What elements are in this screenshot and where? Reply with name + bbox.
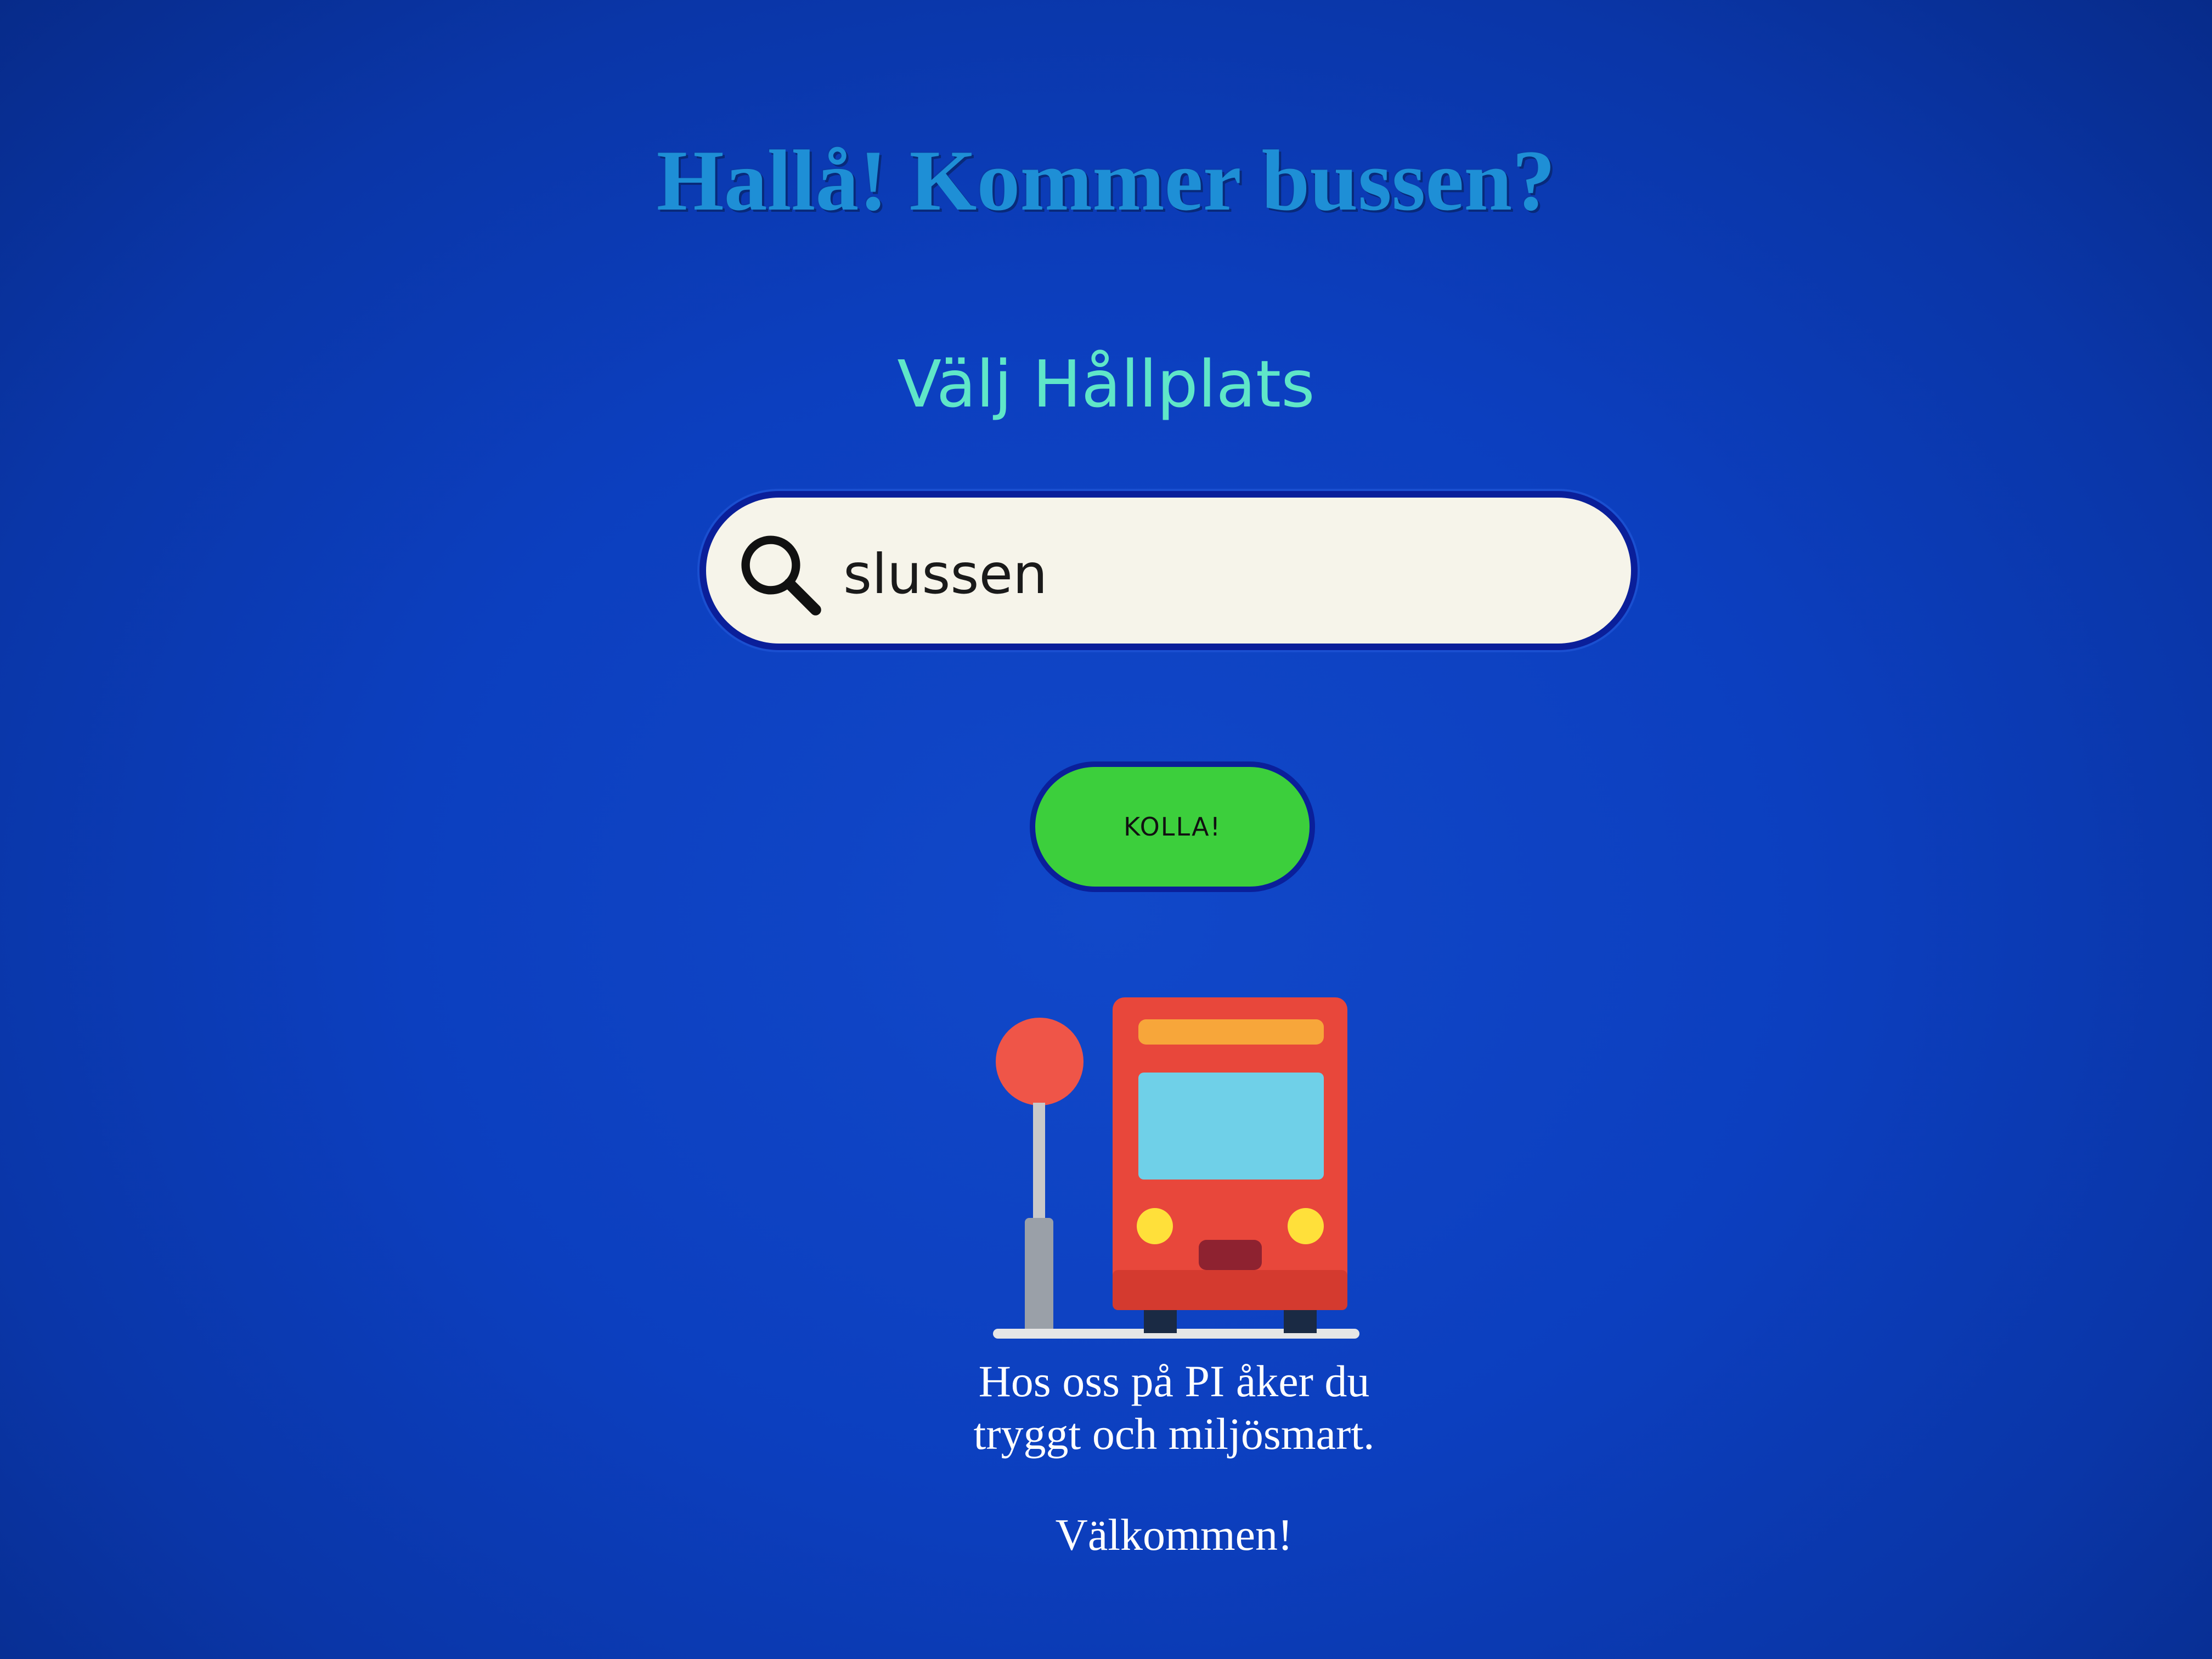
bus-headlight-right bbox=[1288, 1208, 1324, 1244]
page: Hallå! Kommer bussen? Välj Hållplats KOL… bbox=[0, 0, 2212, 1659]
page-title: Hallå! Kommer bussen? bbox=[656, 133, 1556, 229]
bus-stop-icon bbox=[993, 997, 1359, 1339]
check-button[interactable]: KOLLA! bbox=[1030, 761, 1315, 892]
bus-headlight-left bbox=[1137, 1208, 1173, 1244]
bus-destination-sign bbox=[1138, 1019, 1324, 1045]
bus-stop-sign bbox=[996, 1018, 1084, 1105]
search-box[interactable] bbox=[699, 491, 1638, 650]
welcome-text: Välkommen! bbox=[1055, 1510, 1293, 1560]
stop-select-heading: Välj Hållplats bbox=[897, 346, 1315, 422]
tagline: Hos oss på PI åker du tryggt och miljösm… bbox=[823, 1355, 1525, 1460]
tagline-line-2: tryggt och miljösmart. bbox=[973, 1409, 1375, 1459]
bus-windshield bbox=[1138, 1073, 1324, 1180]
bus-bumper bbox=[1113, 1270, 1347, 1310]
bus-grille bbox=[1199, 1240, 1262, 1270]
stop-search-input[interactable] bbox=[843, 525, 1611, 624]
search-icon bbox=[741, 535, 821, 616]
tagline-line-1: Hos oss på PI åker du bbox=[978, 1356, 1370, 1406]
bus-stop-pole-base bbox=[1025, 1218, 1053, 1333]
